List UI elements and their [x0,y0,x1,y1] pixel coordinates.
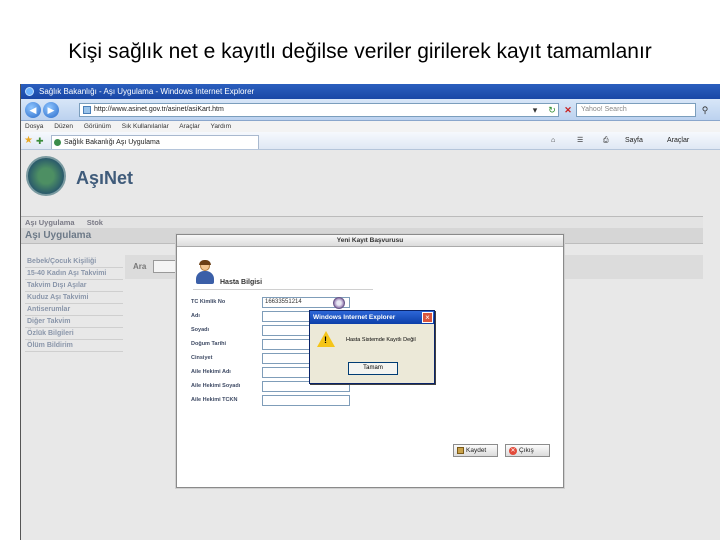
sidebar-item[interactable]: Ölüm Bildirim [25,340,123,352]
app-nav: Aşı Uygulama Stok [21,216,703,228]
dropdown-icon[interactable]: ▾ [529,104,541,116]
stop-icon[interactable]: ✕ [562,104,574,116]
tab-active[interactable]: Sağlık Bakanlığı Aşı Uygulama [51,135,259,149]
menu-favorites[interactable]: Sık Kullanılanlar [122,123,169,130]
dialog-title: Yeni Kayıt Başvurusu [177,235,563,247]
close-icon[interactable]: × [422,312,433,323]
alert-dialog: Windows Internet Explorer × ! Hasta Sist… [309,310,435,384]
url-text: http://www.asinet.gov.tr/asinet/asiKart.… [94,106,224,113]
menu-view[interactable]: Görünüm [84,123,111,130]
brand-title: AşıNet [76,168,134,188]
back-icon[interactable]: ◀ [25,102,41,118]
sidebar-item[interactable]: 15-40 Kadın Aşı Takvimi [25,268,123,280]
field-label: Aile Hekimi Soyadı [191,383,241,389]
add-favorite-icon[interactable]: ✚ [36,135,44,147]
ok-button[interactable]: Tamam [348,362,398,375]
refresh-icon[interactable]: ↻ [546,104,558,116]
aile-hekimi-tckn-input[interactable] [262,395,350,406]
search-label: Ara [133,262,147,271]
print-icon[interactable]: ⎙ [603,136,609,146]
exit-label: Çıkış [519,447,534,454]
slide-caption: Kişi sağlık net e kayıtlı değilse verile… [68,40,652,63]
menu-bar: Dosya Düzen Görünüm Sık Kullanılanlar Ar… [21,121,720,132]
exit-button[interactable]: ✕ Çıkış [505,444,550,457]
sidebar-item[interactable]: Kuduz Aşı Takvimi [25,292,123,304]
feeds-icon[interactable]: ☰ [577,136,583,146]
field-label: Cinsiyet [191,355,213,361]
forward-icon[interactable]: ▶ [43,102,59,118]
sidebar-item[interactable]: Antiserumlar [25,304,123,316]
page-menu[interactable]: Sayfa [625,136,643,146]
form-row-tc: TC Kimlik No 16633551214 [191,297,451,309]
patient-avatar-icon [195,260,215,285]
close-icon: ✕ [509,447,517,455]
field-label: Aile Hekimi Adı [191,369,231,375]
field-label: Soyadı [191,327,210,333]
menu-tools[interactable]: Araçlar [179,123,200,130]
alert-message: Hasta Sistemde Kayıtlı Değil [346,337,416,343]
field-label: Adı [191,313,200,319]
nav-asi-uygulama[interactable]: Aşı Uygulama [25,218,75,227]
save-label: Kaydet [466,447,487,454]
search-input[interactable]: Yahoo! Search [576,103,696,117]
site-icon [54,139,61,146]
sidebar-item[interactable]: Takvim Dışı Aşılar [25,280,123,292]
field-label: Aile Hekimi TCKN [191,397,238,403]
save-icon [457,447,464,454]
page-icon [83,106,91,114]
sidebar-item[interactable]: Özlük Bilgileri [25,328,123,340]
home-icon[interactable]: ⌂ [551,136,555,146]
favorites-star-icon[interactable]: ★ [24,135,33,147]
save-button[interactable]: Kaydet [453,444,498,457]
alert-title: Windows Internet Explorer [310,311,434,324]
field-label: TC Kimlik No [191,299,226,305]
section-title: Hasta Bilgisi [220,279,263,286]
form-row-ah-tckn: Aile Hekimi TCKN [191,395,451,407]
search-icon[interactable]: ⚲ [699,104,711,116]
browser-screenshot: Sağlık Bakanlığı - Aşı Uygulama - Window… [20,84,720,540]
warning-mark-icon: ! [324,335,327,345]
ie-icon [25,87,34,96]
window-title: Sağlık Bakanlığı - Aşı Uygulama - Window… [39,87,255,96]
url-input[interactable]: http://www.asinet.gov.tr/asinet/asiKart.… [79,103,559,117]
alert-title-text: Windows Internet Explorer [313,314,396,321]
address-bar: ◀ ▶ http://www.asinet.gov.tr/asinet/asiK… [21,99,720,121]
field-label: Doğum Tarihi [191,341,227,347]
tab-title: Sağlık Bakanlığı Aşı Uygulama [64,139,160,146]
sidebar-item[interactable]: Diğer Takvim [25,316,123,328]
menu-help[interactable]: Yardım [211,123,231,130]
tab-bar: ★ ✚ Sağlık Bakanlığı Aşı Uygulama ⌂ ☰ ⎙ … [21,132,720,150]
nav-stok[interactable]: Stok [87,218,103,227]
window-titlebar: Sağlık Bakanlığı - Aşı Uygulama - Window… [21,84,720,99]
divider [193,289,373,290]
sidebar-item[interactable]: Bebek/Çocuk Kişiliği [25,256,123,268]
tc-query-icon[interactable] [333,297,345,309]
sidebar: Bebek/Çocuk Kişiliği 15-40 Kadın Aşı Tak… [25,256,123,352]
menu-edit[interactable]: Düzen [54,123,73,130]
ministry-logo [26,156,66,196]
tools-menu[interactable]: Araçlar [667,136,689,146]
menu-file[interactable]: Dosya [25,123,43,130]
